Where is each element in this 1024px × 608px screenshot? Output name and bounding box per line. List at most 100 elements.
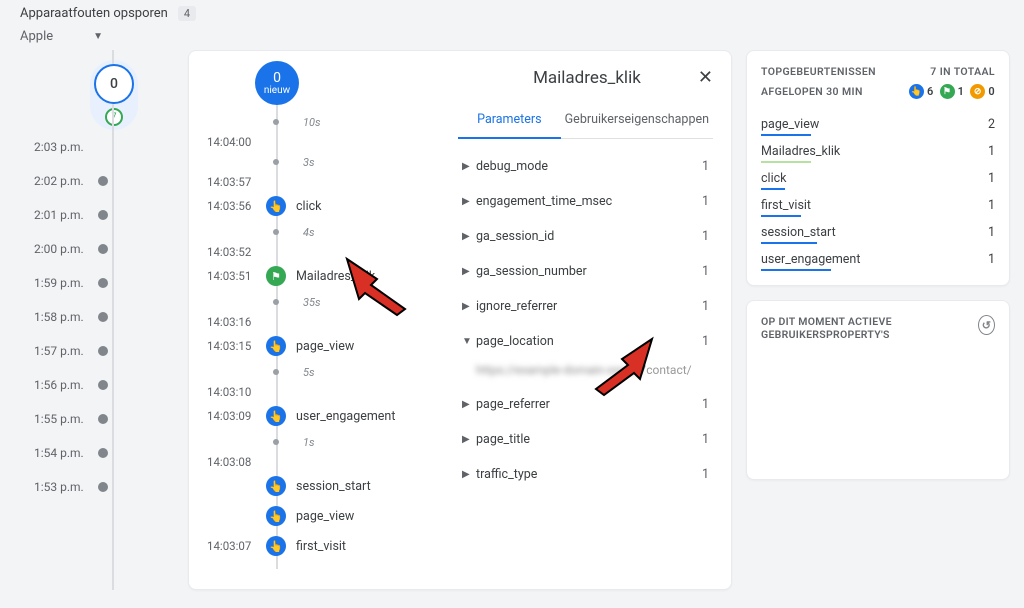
- top-event-count: 2: [988, 117, 995, 132]
- param-row[interactable]: ▼page_location1: [458, 324, 713, 359]
- top-event-row[interactable]: page_view 2: [761, 109, 995, 136]
- event-type-chip[interactable]: ⚑1: [940, 84, 965, 99]
- timeline-minute-row[interactable]: 2:00 p.m.: [14, 232, 174, 266]
- timeline-minute-row[interactable]: 1:53 p.m.: [14, 470, 174, 504]
- device-select[interactable]: Apple: [20, 29, 53, 44]
- caret-icon: ▶: [462, 196, 476, 207]
- event-name-label: click: [296, 199, 322, 214]
- param-row[interactable]: ▶ga_session_number1: [458, 254, 713, 289]
- event-name-label: page_view: [296, 509, 354, 524]
- param-row[interactable]: ▶engagement_time_msec1: [458, 184, 713, 219]
- timeline-dot-icon: [98, 448, 108, 458]
- event-time-label: 14:03:09: [207, 409, 263, 423]
- caret-icon: ▶: [462, 301, 476, 312]
- event-row[interactable]: 14:03:07👆first_visit: [207, 531, 439, 561]
- top-events-header: TOPGEBEURTENISSEN: [761, 65, 876, 78]
- timeline-minute-label: 2:01 p.m.: [14, 208, 84, 222]
- minute-timeline: 0 7 2:03 p.m.2:02 p.m. 2:01 p.m. 2:00 p.m.…: [14, 50, 174, 590]
- pointer-icon: 👆: [266, 506, 286, 526]
- close-icon[interactable]: ✕: [698, 67, 713, 88]
- top-event-name: page_view: [761, 117, 819, 132]
- timeline-dot-icon: [98, 414, 108, 424]
- param-row[interactable]: ▶debug_mode1: [458, 149, 713, 184]
- event-row[interactable]: 14:03:56👆click: [207, 191, 439, 221]
- param-row[interactable]: ▶page_referrer1: [458, 387, 713, 422]
- caret-icon: ▶: [462, 266, 476, 277]
- event-gap-label: 4s: [303, 226, 315, 239]
- top-event-name: user_engagement: [761, 252, 860, 267]
- tab-parameters[interactable]: Parameters: [458, 102, 561, 139]
- event-row[interactable]: 14:03:15👆page_view: [207, 331, 439, 361]
- param-name: page_location: [476, 334, 702, 349]
- event-time-label: 14:03:08: [207, 455, 263, 469]
- event-gap-label: 3s: [303, 156, 315, 169]
- top-event-name: click: [761, 171, 787, 186]
- event-gap-label: 35s: [303, 296, 321, 309]
- event-time-label: 14:03:52: [207, 245, 263, 259]
- chip-count: 1: [958, 85, 965, 98]
- timeline-minute-row[interactable]: 1:55 p.m.: [14, 402, 174, 436]
- event-row[interactable]: 👆 page_view: [207, 501, 439, 531]
- history-icon[interactable]: ↺: [978, 315, 995, 335]
- timeline-minute-row[interactable]: 2:03 p.m.: [14, 130, 174, 164]
- event-name-label: Mailadres_klik: [296, 269, 375, 284]
- param-row[interactable]: ▶page_title1: [458, 422, 713, 457]
- event-row[interactable]: 14:03:09👆user_engagement: [207, 401, 439, 431]
- timeline-minute-row[interactable]: 1:54 p.m.: [14, 436, 174, 470]
- param-name: engagement_time_msec: [476, 194, 702, 209]
- top-event-row[interactable]: user_engagement 1: [761, 244, 995, 271]
- event-row[interactable]: 14:03:51⚑Mailadres_klik: [207, 261, 439, 291]
- timeline-minute-row[interactable]: 2:02 p.m.: [14, 164, 174, 198]
- top-event-name: first_visit: [761, 198, 811, 213]
- param-count: 1: [702, 229, 709, 244]
- timeline-dot-icon: [98, 210, 108, 220]
- timeline-dot-icon: [98, 346, 108, 356]
- top-event-row[interactable]: Mailadres_klik1: [761, 136, 995, 163]
- top-event-name: session_start: [761, 225, 836, 240]
- caret-icon: ▶: [462, 399, 476, 410]
- param-count: 1: [702, 334, 709, 349]
- timeline-dot-icon: [98, 278, 108, 288]
- top-event-row[interactable]: session_start1: [761, 217, 995, 244]
- param-row[interactable]: ▶ignore_referrer1: [458, 289, 713, 324]
- param-row[interactable]: ▶ga_session_id1: [458, 219, 713, 254]
- caret-icon: ▶: [462, 231, 476, 242]
- param-count: 1: [702, 264, 709, 279]
- event-gap-label: 10s: [303, 116, 321, 129]
- timeline-dot-icon: [98, 312, 108, 322]
- page-title-label: Apparaatfouten opsporen: [20, 6, 168, 21]
- recent-events-ring[interactable]: 7: [105, 108, 123, 126]
- timeline-minute-row[interactable]: 2:01 p.m.: [14, 198, 174, 232]
- param-count: 1: [702, 432, 709, 447]
- tab-user-properties[interactable]: Gebruikerseigenschappen: [561, 102, 713, 138]
- chip-count: 6: [927, 85, 934, 98]
- param-name: ga_session_id: [476, 229, 702, 244]
- event-type-chip[interactable]: 👆6: [909, 84, 934, 99]
- current-minute-count[interactable]: 0: [94, 64, 134, 104]
- pointer-icon: 👆: [266, 196, 286, 216]
- pointer-icon: 👆: [266, 536, 286, 556]
- timeline-minute-row[interactable]: 1:57 p.m.: [14, 334, 174, 368]
- flag-icon: ⚑: [266, 266, 286, 286]
- timeline-dot-icon: [98, 482, 108, 492]
- param-name: page_title: [476, 432, 702, 447]
- event-row[interactable]: 👆session_start: [207, 471, 439, 501]
- top-event-row[interactable]: first_visit1: [761, 190, 995, 217]
- param-row[interactable]: ▶traffic_type1: [458, 457, 713, 492]
- timeline-minute-row[interactable]: 1:58 p.m.: [14, 300, 174, 334]
- param-name: page_referrer: [476, 397, 702, 412]
- top-event-row[interactable]: click1: [761, 163, 995, 190]
- top-event-count: 1: [988, 252, 995, 267]
- timeline-minute-row[interactable]: 1:59 p.m.: [14, 266, 174, 300]
- new-events-bubble[interactable]: 0 nieuw: [255, 61, 299, 105]
- top-events-total: 7 IN TOTAAL: [930, 65, 995, 78]
- timeline-dot-icon: [98, 380, 108, 390]
- details-title: Mailadres_klik: [476, 68, 698, 88]
- event-gap-dot-icon: [273, 159, 279, 165]
- timeline-minute-label: 1:53 p.m.: [14, 480, 84, 494]
- event-gap-dot-icon: [273, 229, 279, 235]
- timeline-minute-row[interactable]: 1:56 p.m.: [14, 368, 174, 402]
- event-time-label: 14:04:00: [207, 135, 263, 149]
- event-type-chip[interactable]: ⊘0: [970, 84, 995, 99]
- underline-bar: [761, 269, 831, 271]
